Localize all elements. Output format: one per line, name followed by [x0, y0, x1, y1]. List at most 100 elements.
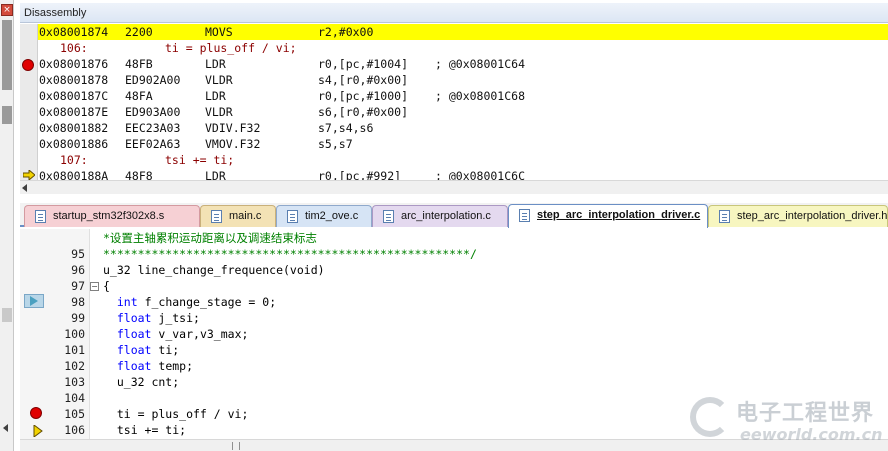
tab-label: main.c: [229, 210, 262, 222]
file-icon: [287, 210, 298, 223]
tab-label: tim2_ove.c: [305, 210, 359, 222]
code-rest: v_var,v3_max;: [151, 327, 249, 341]
code-text: {: [103, 279, 110, 293]
source-text: ti = plus_off / vi;: [165, 41, 297, 55]
code-line[interactable]: 103 float temp;: [20, 358, 888, 389]
tab-tim2-ove-c[interactable]: tim2_ove.c: [276, 205, 372, 227]
code-line[interactable]: 102 float ti;: [20, 342, 888, 373]
address: 0x08001876: [39, 57, 109, 71]
disassembly-listing[interactable]: 0x08001874 2200 MOVS r2,#0x00 106: ti = …: [38, 24, 888, 180]
keyword: float: [116, 359, 152, 373]
tab-main-c[interactable]: main.c: [200, 205, 276, 227]
disassembly-window: Disassembly 0x08001874 2200 MOVS r2,#0x0…: [20, 0, 888, 196]
opcode: ED902A00: [125, 73, 181, 87]
execution-arrow-icon: [23, 170, 35, 180]
watermark-logo-icon: [690, 397, 730, 437]
address: 0x0800187E: [39, 105, 109, 119]
disassembly-line[interactable]: 0x08001886 EEF02A63 VMOV.F32 s5,s7: [38, 136, 888, 152]
disassembly-source-line[interactable]: 106: ti = plus_off / vi;: [38, 40, 888, 56]
disassembly-line[interactable]: 0x08001882 EEC23A03 VDIV.F32 s7,s4,s6: [38, 120, 888, 136]
mnemonic: VLDR: [205, 73, 233, 87]
code-line[interactable]: 97 u_32 line_change_frequence(void): [20, 262, 888, 293]
code-text: float j_tsi;: [103, 310, 200, 326]
left-dock-strip: ×: [0, 0, 14, 451]
fold-toggle-icon[interactable]: −: [90, 282, 99, 291]
disassembly-line[interactable]: 0x0800187E ED903A00 VLDR s6,[r0,#0x00]: [38, 104, 888, 120]
disassembly-line-current[interactable]: 0x08001874 2200 MOVS r2,#0x00: [38, 24, 888, 40]
scroll-left-icon[interactable]: [3, 424, 8, 432]
opcode: EEF02A63: [125, 137, 181, 151]
scroll-left-icon[interactable]: [22, 184, 27, 192]
address: 0x08001886: [39, 137, 109, 151]
code-line[interactable]: 101 float v_var,v3_max;: [20, 326, 888, 357]
editor-tab-bar: startup_stm32f302x8.s main.c tim2_ove.c …: [20, 203, 888, 228]
code-text: u_32 line_change_frequence(void): [103, 263, 325, 277]
dock-tab-marker[interactable]: [2, 308, 12, 322]
address: 0x08001878: [39, 73, 109, 87]
disassembly-line[interactable]: 0x08001878 ED902A00 VLDR s4,[r0,#0x00]: [38, 72, 888, 88]
keyword: float: [116, 343, 152, 357]
tab-label: step_arc_interpolation_driver.h: [737, 210, 888, 222]
file-icon: [211, 210, 222, 223]
disassembly-horizontal-scrollbar[interactable]: [20, 180, 888, 194]
opcode: 2200: [125, 25, 153, 39]
code-line[interactable]: 98 − {: [20, 278, 888, 309]
code-rest: ti;: [151, 343, 180, 357]
address: 0x08001874: [39, 25, 109, 39]
disassembly-source-line[interactable]: 107: tsi += ti;: [38, 152, 888, 168]
keyword: float: [116, 327, 152, 341]
operands: s4,[r0,#0x00]: [318, 73, 409, 87]
disassembly-title: Disassembly: [20, 3, 888, 23]
tab-startup-file[interactable]: startup_stm32f302x8.s: [24, 205, 200, 227]
keyword: int: [116, 295, 138, 309]
code-line[interactable]: 99 int f_change_stage = 0;: [20, 294, 888, 325]
operands: s6,[r0,#0x00]: [318, 105, 409, 119]
breakpoint-icon[interactable]: [30, 407, 42, 419]
code-text: float v_var,v3_max;: [103, 326, 249, 342]
code-text: ti = plus_off / vi;: [103, 407, 249, 421]
source-text: tsi += ti;: [165, 153, 235, 167]
source-line-number: 107:: [60, 153, 88, 167]
operands: r2,#0x00: [318, 25, 374, 39]
file-icon: [35, 210, 46, 223]
tab-step-arc-interpolation-driver-h[interactable]: step_arc_interpolation_driver.h: [708, 205, 888, 227]
address: 0x08001882: [39, 121, 109, 135]
dock-tab-marker[interactable]: [2, 106, 12, 124]
disassembly-line[interactable]: 0x0800187C 48FA LDR r0,[pc,#1000] ; @0x0…: [38, 88, 888, 104]
code-line[interactable]: 100 float j_tsi;: [20, 310, 888, 341]
opcode: 48FA: [125, 89, 153, 103]
tab-label: startup_stm32f302x8.s: [53, 210, 165, 222]
execution-arrow-icon: [33, 425, 43, 437]
tab-arc-interpolation-c[interactable]: arc_interpolation.c: [372, 205, 508, 227]
operands: s5,s7: [318, 137, 353, 151]
code-text: tsi += ti;: [103, 423, 187, 437]
disassembly-line[interactable]: 0x0800188A 48F8 LDR r0,[pc,#992] ; @0x08…: [38, 168, 888, 180]
code-line[interactable]: 96 *************************************…: [20, 246, 888, 277]
code-text: u_32 cnt;: [103, 375, 180, 389]
comment: ; @0x08001C6C: [435, 169, 526, 180]
disassembly-line[interactable]: 0x08001876 48FB LDR r0,[pc,#1004] ; @0x0…: [38, 56, 888, 72]
keyword: float: [116, 311, 152, 325]
tab-label: step_arc_interpolation_driver.c: [537, 209, 701, 221]
code-text: float temp;: [103, 358, 193, 374]
breakpoint-icon[interactable]: [22, 59, 34, 71]
opcode: 48FB: [125, 57, 153, 71]
code-line[interactable]: 104 u_32 cnt;: [20, 374, 888, 405]
mnemonic: LDR: [205, 169, 226, 180]
code-line[interactable]: 95 *设置主轴累积运动距离以及调速结束标志: [20, 230, 888, 261]
mnemonic: VMOV.F32: [205, 137, 261, 151]
opcode: ED903A00: [125, 105, 181, 119]
cursor-arrow-icon: [30, 296, 38, 306]
tab-step-arc-interpolation-driver-c[interactable]: step_arc_interpolation_driver.c: [508, 204, 708, 228]
comment: ; @0x08001C68: [435, 89, 526, 103]
disassembly-gutter[interactable]: [20, 24, 38, 180]
mnemonic: LDR: [205, 89, 226, 103]
debug-cursor-icon: [24, 294, 44, 308]
mnemonic: VLDR: [205, 105, 233, 119]
mnemonic: MOVS: [205, 25, 233, 39]
source-line-number: 106:: [60, 41, 88, 55]
close-icon[interactable]: ×: [1, 4, 13, 16]
dock-tab-marker[interactable]: [2, 20, 12, 90]
code-text: ****************************************…: [103, 247, 477, 261]
scrollbar-grip-icon[interactable]: [232, 442, 240, 450]
